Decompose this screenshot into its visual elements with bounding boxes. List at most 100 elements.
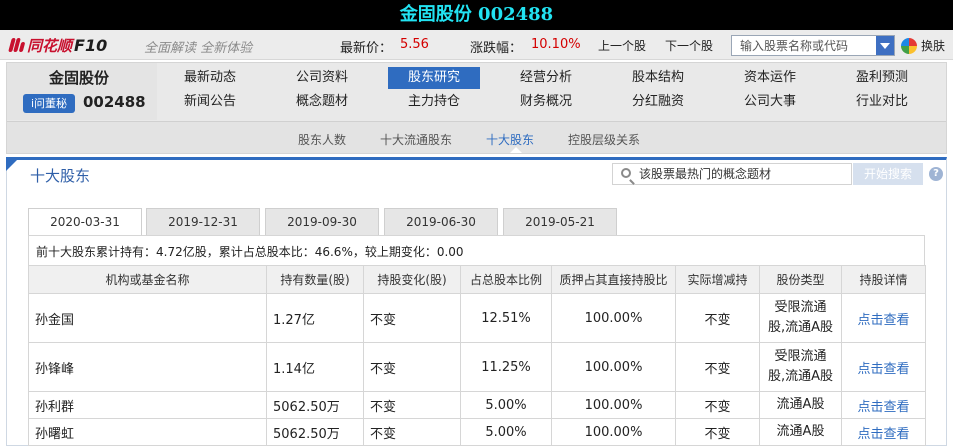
- palette-icon: [901, 37, 917, 54]
- subnav-item[interactable]: 控股层级关系: [568, 131, 640, 148]
- date-tab[interactable]: 2019-06-30: [384, 208, 498, 235]
- pledge-ratio: 100.00%: [551, 418, 676, 446]
- nav-item[interactable]: 新闻公告: [164, 91, 256, 113]
- nav-item-active[interactable]: 股东研究: [388, 67, 480, 89]
- nav-item[interactable]: 行业对比: [836, 91, 928, 113]
- holding-qty: 1.27亿: [266, 293, 364, 343]
- active-caret-icon: [510, 147, 522, 153]
- shareholders-table: 机构或基金名称 持有数量(股) 持股变化(股) 占总股本比例 质押占其直接持股比…: [28, 265, 926, 446]
- holding-change: 不变: [363, 342, 461, 392]
- column-header: 持有数量(股): [266, 265, 364, 294]
- holder-name: 孙利群: [28, 391, 267, 419]
- holder-name: 孙曙虹: [28, 418, 267, 446]
- holding-qty: 5062.50万: [266, 418, 364, 446]
- stock-info: 金固股份 i问董秘 002488: [7, 63, 157, 120]
- dropdown-arrow-icon[interactable]: [876, 36, 894, 55]
- logo-f10: F10: [74, 35, 108, 55]
- detail-link[interactable]: 点击查看: [841, 391, 926, 419]
- help-icon[interactable]: ?: [929, 167, 943, 181]
- holding-change: 不变: [363, 391, 461, 419]
- holding-qty: 5062.50万: [266, 391, 364, 419]
- table-row: 孙金国 1.27亿 不变 12.51% 100.00% 不变 受限流通股,流通A…: [28, 293, 926, 343]
- actual-change: 不变: [675, 391, 760, 419]
- share-type: 受限流通股,流通A股: [759, 293, 842, 343]
- column-header: 持股详情: [841, 265, 926, 294]
- logo-text: 同花顺: [27, 36, 73, 55]
- ask-secretary-button[interactable]: i问董秘: [23, 94, 75, 113]
- logo-icon: [8, 38, 26, 52]
- nav-item[interactable]: 公司资料: [276, 67, 368, 89]
- nav-item[interactable]: 资本运作: [724, 67, 816, 89]
- window-title-bar: 金固股份 002488: [0, 0, 953, 30]
- pledge-ratio: 100.00%: [551, 293, 676, 343]
- detail-link[interactable]: 点击查看: [841, 418, 926, 446]
- nav-item[interactable]: 财务概况: [500, 91, 592, 113]
- table-row: 孙锋峰 1.14亿 不变 11.25% 100.00% 不变 受限流通股,流通A…: [28, 342, 926, 392]
- holding-change: 不变: [363, 418, 461, 446]
- subnav-item[interactable]: 十大流通股东: [380, 131, 452, 148]
- date-tab-active[interactable]: 2020-03-31: [28, 208, 142, 236]
- subnav-item[interactable]: 股东人数: [298, 131, 346, 148]
- stock-name: 金固股份: [49, 69, 110, 87]
- window-title: 金固股份 002488: [399, 4, 554, 25]
- nav-item[interactable]: 概念题材: [276, 91, 368, 113]
- column-header: 质押占其直接持股比: [551, 265, 676, 294]
- detail-link[interactable]: 点击查看: [841, 293, 926, 343]
- stock-search-box: [731, 35, 895, 56]
- subnav-item-active[interactable]: 十大股东: [486, 131, 534, 148]
- price-value: 5.56: [400, 37, 429, 52]
- panel-corner: [6, 157, 20, 171]
- skin-button[interactable]: 换肤: [901, 37, 945, 54]
- column-header: 实际增减持: [675, 265, 760, 294]
- detail-link[interactable]: 点击查看: [841, 342, 926, 392]
- nav-item[interactable]: 公司大事: [724, 91, 816, 113]
- nav-item[interactable]: 经营分析: [500, 67, 592, 89]
- pledge-ratio: 100.00%: [551, 342, 676, 392]
- actual-change: 不变: [675, 418, 760, 446]
- table-header-row: 机构或基金名称 持有数量(股) 持股变化(股) 占总股本比例 质押占其直接持股比…: [28, 265, 926, 294]
- summary-row: 前十大股东累计持有：4.72亿股，累计占总股本比：46.6%，较上期变化：0.0…: [28, 235, 925, 265]
- change-value: 10.10%: [531, 37, 581, 52]
- column-header: 持股变化(股): [363, 265, 461, 294]
- logo[interactable]: 同花顺 F10: [8, 35, 108, 55]
- nav-item[interactable]: 股本结构: [612, 67, 704, 89]
- actual-change: 不变: [675, 342, 760, 392]
- next-stock-link[interactable]: 下一个股: [665, 37, 713, 54]
- nav-item[interactable]: 分红融资: [612, 91, 704, 113]
- stock-search-input[interactable]: [732, 36, 876, 55]
- share-type: 受限流通股,流通A股: [759, 342, 842, 392]
- nav-item[interactable]: 盈利预测: [836, 67, 928, 89]
- nav-item[interactable]: 主力持仓: [388, 91, 480, 113]
- start-search-button[interactable]: 开始搜索: [853, 163, 923, 185]
- holdings-summary: 前十大股东累计持有：4.72亿股，累计占总股本比：46.6%，较上期变化：0.0…: [36, 245, 464, 259]
- table-row: 孙曙虹 5062.50万 不变 5.00% 100.00% 不变 流通A股 点击…: [28, 418, 926, 446]
- actual-change: 不变: [675, 293, 760, 343]
- share-type: 流通A股: [759, 418, 842, 446]
- sub-nav: 股东人数 十大流通股东 十大股东 控股层级关系: [7, 121, 946, 153]
- concept-search-box: [612, 163, 852, 185]
- holding-ratio: 5.00%: [460, 418, 552, 446]
- holding-ratio: 5.00%: [460, 391, 552, 419]
- panel-title: 十大股东: [30, 167, 91, 185]
- change-label: 涨跌幅：: [470, 41, 523, 56]
- column-header: 占总股本比例: [460, 265, 552, 294]
- table-row: 孙利群 5062.50万 不变 5.00% 100.00% 不变 流通A股 点击…: [28, 391, 926, 419]
- nav-item[interactable]: 最新动态: [164, 67, 256, 89]
- share-type: 流通A股: [759, 391, 842, 419]
- holding-ratio: 12.51%: [460, 293, 552, 343]
- stock-code: 002488: [83, 93, 146, 111]
- prev-stock-link[interactable]: 上一个股: [598, 37, 646, 54]
- concept-search-input[interactable]: [639, 164, 849, 184]
- date-tab[interactable]: 2019-09-30: [265, 208, 379, 235]
- main-nav: 金固股份 i问董秘 002488 最新动态 公司资料 股东研究 经营分析 股本结…: [6, 62, 947, 154]
- slogan: 全面解读 全新体验: [144, 41, 253, 56]
- search-icon: [621, 168, 631, 178]
- column-header: 股份类型: [759, 265, 842, 294]
- date-tab[interactable]: 2019-05-21: [503, 208, 617, 235]
- column-header: 机构或基金名称: [28, 265, 267, 294]
- holding-qty: 1.14亿: [266, 342, 364, 392]
- header-bar: 同花顺 F10 全面解读 全新体验 最新价： 5.56 涨跌幅： 10.10% …: [0, 30, 953, 60]
- date-tab[interactable]: 2019-12-31: [146, 208, 260, 235]
- price-label: 最新价：: [340, 41, 393, 56]
- holder-name: 孙锋峰: [28, 342, 267, 392]
